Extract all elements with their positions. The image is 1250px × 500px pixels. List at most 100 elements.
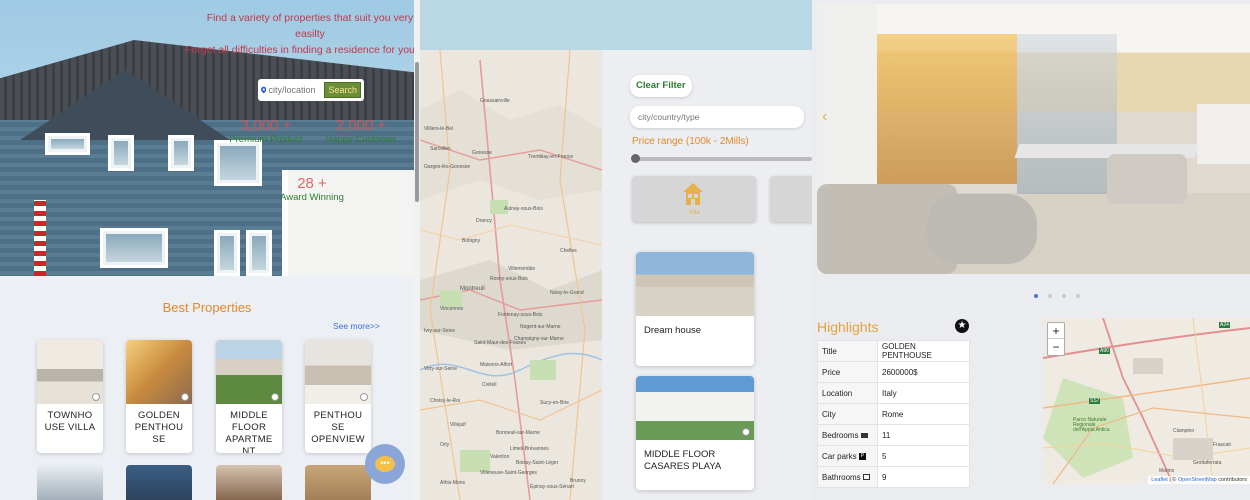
map-label: Ciampino [1173,428,1195,434]
map-label: Sucy-en-Brie [540,400,569,406]
see-more-link[interactable]: See more>> [333,321,380,331]
map-label: Boissy-Saint-Léger [516,460,559,466]
property-card-partial[interactable] [37,465,103,500]
map-label: Tremblay-en-France [528,154,574,160]
zoom-out-button[interactable]: − [1048,339,1064,355]
type-filter-villa[interactable]: Villa [632,176,756,222]
location-search-input[interactable] [268,85,325,95]
favorite-icon[interactable] [181,393,189,401]
carousel-dot[interactable] [1062,294,1066,298]
table-row: City Rome [817,403,970,425]
map-label: Vincennes [440,306,464,312]
table-row: Car parks P5 [817,445,970,467]
listing-card[interactable]: MIDDLE FLOOR CASARES PLAYA [636,376,754,490]
row-value: 5 [877,445,970,467]
carousel-dot[interactable] [1048,294,1052,298]
favorite-icon[interactable] [360,393,368,401]
table-row: Bedrooms 11 [817,424,970,446]
price-range-slider[interactable] [631,154,812,163]
search-button[interactable]: Search [324,82,361,98]
property-card-partial[interactable] [305,465,371,500]
favorite-icon[interactable] [742,428,750,436]
property-image [37,340,103,404]
row-value: 2600000$ [877,361,970,383]
listing-map[interactable]: Goussainville Villiers-le-Bel Sarcelles … [420,50,602,500]
map-label: Champigny-sur-Marne [514,336,564,342]
row-key-label: Car parks [822,451,857,461]
highlights-heading: Highlights [817,319,879,335]
map-label: Limeil-Brévannes [510,446,549,452]
map-label: Villemomble [508,266,536,272]
price-range-label: Price range (100k - 2Mills) [632,136,749,147]
property-title: PENTHOU SE OPENVIEW [311,410,365,445]
hero-tagline: Find a variety of properties that suit y… [185,10,414,58]
map-label: Frascati [1213,442,1231,448]
listing-panel: Goussainville Villiers-le-Bel Sarcelles … [420,0,812,500]
bath-icon [862,474,870,481]
map-label: Villiers-le-Bel [424,126,454,132]
listing-image [636,252,754,316]
city-filter-input[interactable] [630,106,804,128]
property-card[interactable]: TOWNHO USE VILLA [37,340,103,453]
chat-button[interactable]: ••• [365,444,405,484]
map-label: Vitry-sur-Seine [424,366,457,372]
property-card[interactable]: PENTHOU SE OPENVIEW [305,340,371,453]
listing-card[interactable]: Dream house [636,252,754,366]
prev-arrow-icon[interactable]: ‹ [822,108,827,126]
row-key: Location [817,382,878,404]
property-card[interactable]: MIDDLE FLOOR APARTME NT [216,340,282,453]
property-title: GOLDEN PENTHOU SE [134,410,184,445]
leaflet-link[interactable]: Leaflet [1151,477,1168,483]
stat-premium: 3,000 + Premium Product [226,117,306,145]
type-label: Villa [688,210,700,216]
highlights-table: Title GOLDEN PENTHOUSE Price 2600000$ Loca… [817,340,970,488]
map-label: Marino [1159,468,1175,474]
scrollbar-thumb[interactable] [415,62,419,202]
slider-handle[interactable] [631,154,640,163]
property-location-map[interactable]: A24 A90 SS7 Frascati Ciampino Grottaferr… [1043,318,1250,484]
carousel-dot[interactable] [1034,294,1038,298]
zoom-in-button[interactable]: + [1048,323,1064,339]
clear-filter-button[interactable]: Clear Filter [630,75,692,97]
map-label: Gonesse [472,150,493,156]
favorite-icon[interactable] [271,393,279,401]
map-label: Villejuif [450,422,466,428]
property-card-partial[interactable] [126,465,192,500]
map-label: Rosny-sous-Bois [490,276,528,282]
listing-title: MIDDLE FLOOR CASARES PLAYA [644,449,722,472]
favorite-icon[interactable] [92,393,100,401]
map-zoom-control: + − [1047,322,1065,356]
stat-number: 3,000 + [240,117,292,134]
best-properties-heading: Best Properties [162,300,252,315]
stat-label: Premium Product [229,134,303,145]
carousel-dot[interactable] [1076,294,1080,298]
location-pin-icon [261,86,267,94]
map-label: Grottaferrata [1193,460,1222,466]
property-image [126,340,192,404]
stat-label: Happy Customer [325,134,397,145]
row-key: Bedrooms [817,424,878,446]
row-key: Bathrooms [817,466,878,488]
type-filter-next[interactable] [770,176,812,222]
star-icon[interactable]: ★ [955,319,969,333]
map-label: Montreuil [460,286,485,292]
property-image [305,340,371,404]
property-card[interactable]: GOLDEN PENTHOU SE [126,340,192,453]
row-key: City [817,403,878,425]
property-card-partial[interactable] [216,465,282,500]
osm-link[interactable]: OpenStreetMap [1178,477,1217,483]
stat-happy: 2,000 + Happy Customer [316,117,406,145]
map-attribution: Leaflet | © OpenStreetMap contributors [1148,476,1250,484]
table-row: Title GOLDEN PENTHOUSE [817,340,970,362]
home-panel: Find a variety of properties that suit y… [0,0,420,500]
property-photo-carousel[interactable] [817,4,1250,274]
map-road-shield: A90 [1099,348,1110,354]
map-label: Maisons-Alfort [480,362,512,368]
map-label: Sarcelles [430,146,451,152]
row-value: 11 [877,424,970,446]
map-label: Ivry-sur-Seine [424,328,456,334]
map-label: Nogent-sur-Marne [520,324,561,330]
map-label: Goussainville [480,98,510,104]
table-row: Bathrooms 9 [817,466,970,488]
row-key-label: Bedrooms [822,430,859,440]
